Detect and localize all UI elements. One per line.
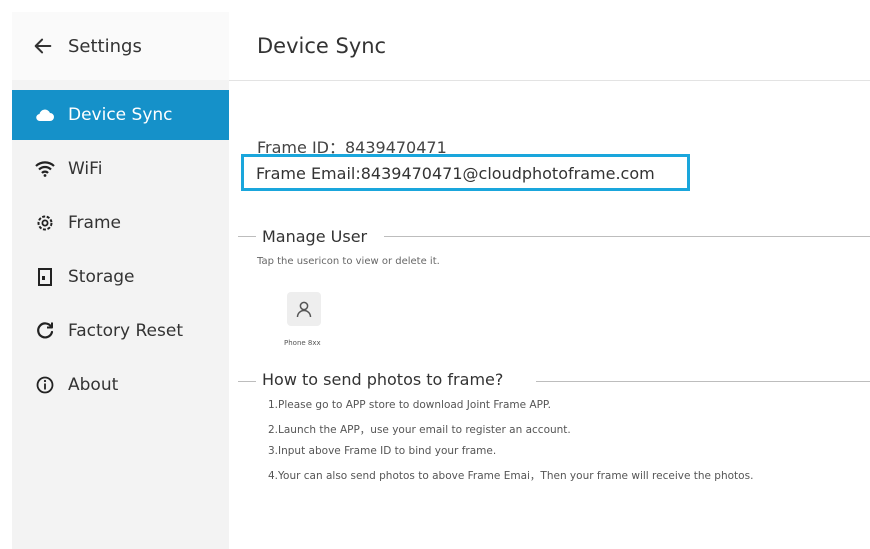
- sidebar-item-wifi[interactable]: WiFi: [12, 144, 229, 194]
- sidebar-item-factory-reset[interactable]: Factory Reset: [12, 306, 229, 356]
- sidebar-item-label: WiFi: [68, 159, 103, 179]
- sidebar-item-device-sync[interactable]: Device Sync: [12, 90, 229, 140]
- storage-icon: [34, 266, 56, 288]
- back-label: Settings: [68, 35, 142, 57]
- section-divider: [536, 381, 870, 382]
- wifi-icon: [34, 158, 56, 180]
- info-icon: [34, 374, 56, 396]
- how-to-step: 4.Your can also send photos to above Fra…: [268, 470, 754, 482]
- page-title: Device Sync: [257, 34, 387, 58]
- sidebar: Settings Device Sync WiFi Frame Storage …: [12, 12, 229, 549]
- gear-icon: [34, 212, 56, 234]
- user-icon: [296, 301, 312, 318]
- frame-email-text: Frame Email:8439470471@cloudphotoframe.c…: [256, 164, 655, 183]
- sidebar-item-storage[interactable]: Storage: [12, 252, 229, 302]
- sidebar-item-label: About: [68, 375, 119, 395]
- how-to-title: How to send photos to frame?: [262, 370, 504, 389]
- sidebar-item-frame[interactable]: Frame: [12, 198, 229, 248]
- how-to-step: 3.Input above Frame ID to bind your fram…: [268, 445, 497, 457]
- section-divider: [384, 236, 870, 237]
- sidebar-item-label: Device Sync: [68, 105, 173, 125]
- sidebar-item-label: Factory Reset: [68, 321, 183, 341]
- back-button[interactable]: Settings: [12, 12, 229, 80]
- manage-user-hint: Tap the usericon to view or delete it.: [257, 256, 440, 267]
- how-to-step: 2.Launch the APP，use your email to regis…: [268, 424, 571, 436]
- how-to-step: 1.Please go to APP store to download Joi…: [268, 399, 551, 411]
- user-name: Phone 8xx: [284, 339, 321, 347]
- page-header: Device Sync: [229, 12, 870, 81]
- sidebar-item-label: Storage: [68, 267, 135, 287]
- cloud-icon: [34, 104, 56, 126]
- reset-icon: [34, 320, 56, 342]
- back-arrow-icon: [34, 38, 52, 54]
- section-divider: [238, 236, 256, 237]
- sidebar-item-label: Frame: [68, 213, 121, 233]
- user-avatar-button[interactable]: [287, 292, 321, 326]
- sidebar-item-about[interactable]: About: [12, 360, 229, 410]
- section-divider: [238, 381, 256, 382]
- manage-user-title: Manage User: [262, 227, 368, 246]
